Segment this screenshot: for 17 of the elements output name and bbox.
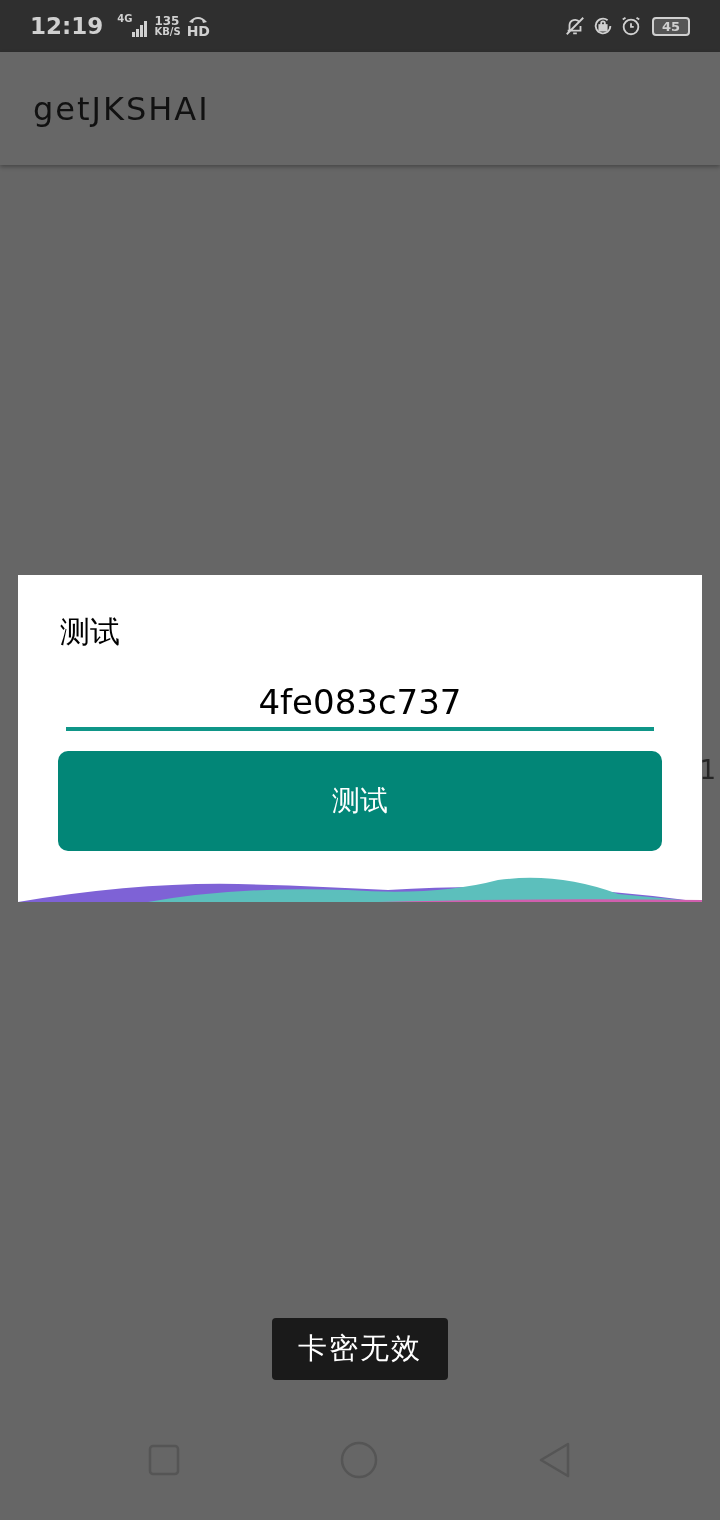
test-button[interactable]: 测试 xyxy=(58,751,662,851)
network-type: 4G xyxy=(117,14,133,24)
clock-time: 12:19 xyxy=(30,11,104,41)
hd-label: HD xyxy=(186,23,210,38)
toast-message: 卡密无效 xyxy=(272,1318,448,1380)
alarm-icon xyxy=(620,15,642,37)
speed-value: 135 xyxy=(154,15,181,27)
app-title: getJKSHAI xyxy=(33,88,210,130)
input-field[interactable]: 4fe083c737 xyxy=(66,681,654,731)
signal-icon xyxy=(132,21,149,37)
speed-unit: KB/S xyxy=(154,27,181,37)
background-text: 1 xyxy=(699,757,716,783)
battery-icon: 45 xyxy=(652,16,690,36)
phone-icon xyxy=(188,14,209,24)
dialog-title: 测试 xyxy=(60,617,121,647)
rotation-lock-icon xyxy=(592,15,614,37)
bell-off-icon xyxy=(564,15,586,37)
